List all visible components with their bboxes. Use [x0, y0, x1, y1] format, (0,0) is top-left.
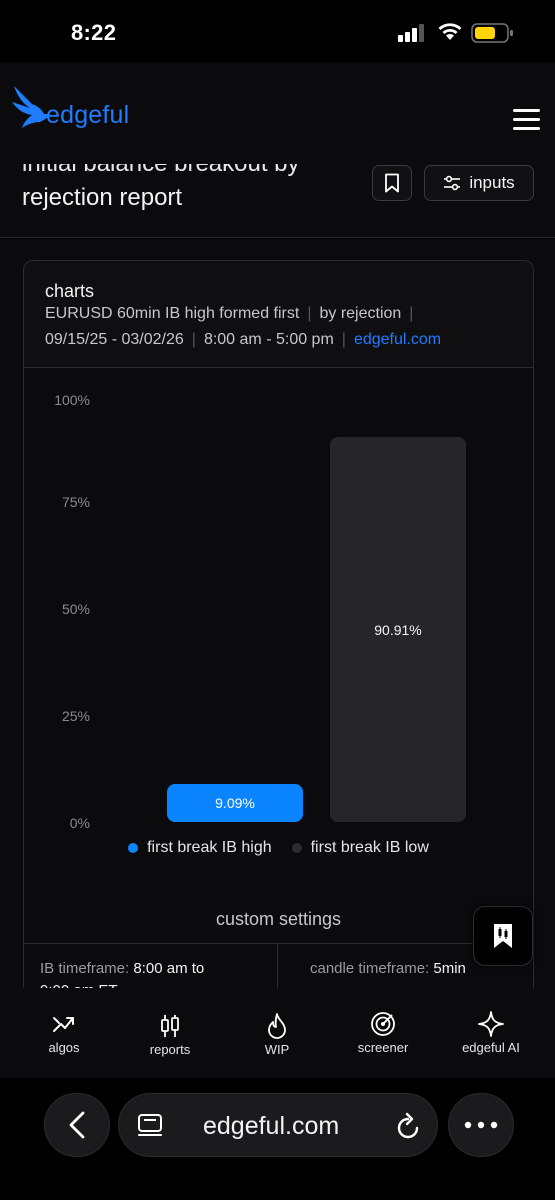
- wifi-icon: [438, 23, 462, 40]
- report-title: rejection report: [22, 184, 183, 211]
- browser-toolbar: edgeful.com: [0, 1078, 555, 1200]
- bar-first-break-ib-low[interactable]: 90.91%: [330, 437, 466, 822]
- algos-icon: [53, 1017, 74, 1032]
- battery-icon: [471, 23, 513, 43]
- candlestick-icon: [161, 1015, 179, 1037]
- legend-item-ib-high[interactable]: first break IB high: [128, 839, 272, 857]
- url-text: edgeful.com: [203, 1112, 340, 1140]
- bookmark-icon: [385, 173, 399, 193]
- y-tick-50: 50%: [61, 601, 90, 617]
- bookmark-candle-icon: [494, 924, 512, 948]
- legend-dot-ib-high: [128, 843, 139, 853]
- y-tick-25: 25%: [61, 708, 90, 724]
- candle-timeframe-label: candle timeframe:: [310, 960, 430, 977]
- status-time: 8:22: [71, 20, 117, 45]
- legend-dot-ib-low: [291, 843, 302, 853]
- nav-edgeful-ai[interactable]: edgeful AI: [446, 1010, 536, 1055]
- hamburger-menu-icon[interactable]: [513, 109, 540, 131]
- inputs-label: inputs: [469, 173, 515, 192]
- floating-bookmark-button[interactable]: [473, 906, 533, 966]
- custom-settings-title: custom settings: [215, 909, 342, 929]
- card-title: charts: [45, 281, 95, 301]
- y-tick-75: 75%: [61, 494, 90, 510]
- meta-time-range: 8:00 am - 5:00 pm: [203, 331, 334, 348]
- meta-date-range: 09/15/25 - 03/02/26: [45, 331, 184, 348]
- bar-label-ib-low: 90.91%: [374, 621, 422, 638]
- nav-reports[interactable]: reports: [125, 1010, 215, 1057]
- sliders-icon: [444, 175, 461, 191]
- meta-line-1: EURUSD 60min IB high formed first | by rej…: [45, 305, 414, 322]
- chart-legend: first break IB high first break IB low: [24, 839, 533, 857]
- meta-method: by rejection: [319, 305, 402, 322]
- more-dots-icon: [464, 1121, 498, 1129]
- nav-wip[interactable]: WIP: [232, 1010, 322, 1057]
- inputs-button[interactable]: inputs: [424, 165, 534, 201]
- y-tick-100: 100%: [54, 392, 90, 408]
- meta-instrument: EURUSD 60min IB high formed first: [45, 305, 300, 322]
- site-header: edgeful: [0, 62, 555, 164]
- back-button[interactable]: [44, 1093, 110, 1157]
- report-title-area: initial balance breakout by rejection re…: [0, 164, 555, 238]
- y-tick-0: 0%: [69, 815, 90, 831]
- more-button[interactable]: [448, 1093, 514, 1157]
- flame-icon: [268, 1013, 286, 1039]
- charts-card: charts EURUSD 60min IB high formed first…: [23, 260, 534, 1020]
- nav-screener[interactable]: screener: [338, 1010, 428, 1055]
- edgeful-logo[interactable]: edgeful: [10, 84, 129, 132]
- reload-icon[interactable]: [395, 1112, 421, 1140]
- meta-line-2: 09/15/25 - 03/02/26 | 8:00 am - 5:00 pm | ed…: [45, 331, 442, 348]
- nav-algos[interactable]: algos: [19, 1010, 109, 1055]
- back-arrow-icon: [69, 1111, 85, 1139]
- legend-label-ib-high: first break IB high: [147, 839, 272, 856]
- bar-label-ib-high: 9.09%: [215, 794, 255, 811]
- logo-text: edgeful: [46, 101, 130, 129]
- ib-timeframe-label: IB timeframe:: [40, 960, 130, 977]
- address-bar[interactable]: edgeful.com: [118, 1093, 438, 1157]
- sparkle-icon: [478, 1011, 504, 1037]
- edgeful-link[interactable]: edgeful.com: [354, 331, 441, 348]
- candle-timeframe-value: 5min: [433, 960, 466, 977]
- bookmark-button[interactable]: [372, 165, 412, 201]
- ib-timeframe-value: 8:00 am to: [133, 960, 205, 977]
- reader-icon: [138, 1114, 162, 1136]
- report-title-partial: initial balance breakout by: [22, 164, 300, 178]
- status-bar: 8:22: [0, 0, 555, 62]
- card-header: charts EURUSD 60min IB high formed first…: [24, 261, 533, 368]
- cellular-signal-icon: [398, 24, 424, 42]
- legend-label-ib-low: first break IB low: [310, 839, 429, 856]
- legend-item-ib-low[interactable]: first break IB low: [291, 839, 429, 857]
- bar-first-break-ib-high[interactable]: 9.09%: [167, 783, 303, 822]
- radar-icon: [371, 1012, 395, 1036]
